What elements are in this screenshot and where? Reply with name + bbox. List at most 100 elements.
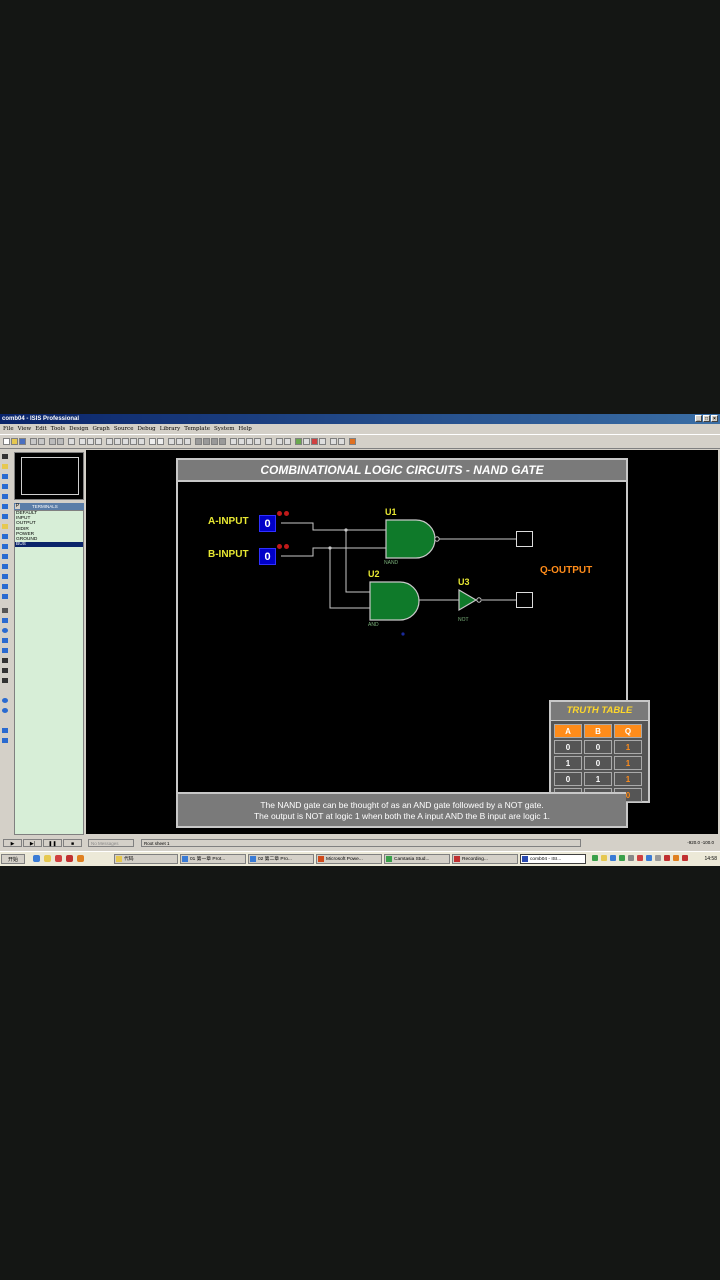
remove-sheet-icon[interactable]	[303, 438, 310, 445]
make-device-icon[interactable]	[238, 438, 245, 445]
wire-label-icon[interactable]	[2, 484, 8, 489]
wire-autorouter-icon[interactable]	[265, 438, 272, 445]
subcircuit-icon[interactable]	[2, 514, 8, 519]
maximize-button[interactable]: □	[703, 415, 710, 422]
mirror-y-icon[interactable]	[2, 738, 8, 743]
new-file-icon[interactable]	[3, 438, 10, 445]
minimize-button[interactable]: _	[695, 415, 702, 422]
tray-volume-icon[interactable]	[673, 855, 679, 861]
tray-network-icon[interactable]	[610, 855, 616, 861]
ares-icon[interactable]	[349, 438, 356, 445]
schematic-editing-window[interactable]: COMBINATIONAL LOGIC CIRCUITS - NAND GATE	[86, 450, 718, 834]
undo-icon[interactable]	[149, 438, 156, 445]
menu-graph[interactable]: Graph	[92, 424, 109, 434]
netlist-icon[interactable]	[338, 438, 345, 445]
stop-button[interactable]: ■	[63, 839, 82, 847]
media-icon[interactable]	[55, 855, 62, 862]
import-icon[interactable]	[30, 438, 37, 445]
print-icon[interactable]	[49, 438, 56, 445]
menu-library[interactable]: Library	[160, 424, 181, 434]
menu-system[interactable]: System	[214, 424, 234, 434]
tray-app-icon[interactable]	[619, 855, 625, 861]
overview-window[interactable]	[14, 452, 84, 500]
menu-template[interactable]: Template	[184, 424, 210, 434]
rotate-clockwise-icon[interactable]	[2, 698, 8, 703]
packaging-tool-icon[interactable]	[246, 438, 253, 445]
save-icon[interactable]	[19, 438, 26, 445]
marker-icon[interactable]	[2, 678, 8, 683]
grid-icon[interactable]	[79, 438, 86, 445]
bill-of-materials-icon[interactable]	[319, 438, 326, 445]
text-icon[interactable]	[2, 658, 8, 663]
bus-icon[interactable]	[2, 504, 8, 509]
decompose-icon[interactable]	[254, 438, 261, 445]
closed-path-icon[interactable]	[2, 648, 8, 653]
junction-dot-icon[interactable]	[2, 474, 8, 479]
text-script-icon[interactable]	[2, 494, 8, 499]
copy-icon[interactable]	[176, 438, 183, 445]
box-icon[interactable]	[2, 618, 8, 623]
menu-tools[interactable]: Tools	[51, 424, 65, 434]
electrical-check-icon[interactable]	[330, 438, 337, 445]
circle-icon[interactable]	[2, 628, 8, 633]
symbol-icon[interactable]	[2, 668, 8, 673]
u3-output-terminal[interactable]	[516, 592, 533, 608]
new-sheet-icon[interactable]	[295, 438, 302, 445]
u1-output-terminal[interactable]	[516, 531, 533, 547]
b-input-logic-state[interactable]: 0	[259, 548, 276, 565]
menu-edit[interactable]: Edit	[35, 424, 47, 434]
menu-view[interactable]: View	[18, 424, 32, 434]
taskbar-button-isis[interactable]: comb04 - ISI...	[520, 854, 586, 864]
exit-to-parent-icon[interactable]	[311, 438, 318, 445]
step-button[interactable]: ▶|	[23, 839, 42, 847]
graph-mode-icon[interactable]	[2, 544, 8, 549]
print-area-icon[interactable]	[57, 438, 64, 445]
device-pins-icon[interactable]	[2, 534, 8, 539]
messages-indicator[interactable]: No Messages	[88, 839, 134, 847]
zoom-out-icon[interactable]	[122, 438, 129, 445]
arc-icon[interactable]	[2, 638, 8, 643]
block-move-icon[interactable]	[203, 438, 210, 445]
pan-icon[interactable]	[106, 438, 113, 445]
line-icon[interactable]	[2, 608, 8, 613]
paste-icon[interactable]	[184, 438, 191, 445]
pause-button[interactable]: ❚❚	[43, 839, 62, 847]
refresh-icon[interactable]	[68, 438, 75, 445]
block-rotate-icon[interactable]	[211, 438, 218, 445]
tray-app-icon[interactable]	[655, 855, 661, 861]
tray-app-icon[interactable]	[646, 855, 652, 861]
tray-app-icon[interactable]	[664, 855, 670, 861]
tray-app-icon[interactable]	[592, 855, 598, 861]
tape-recorder-icon[interactable]	[2, 554, 8, 559]
voltage-probe-icon[interactable]	[2, 574, 8, 579]
play-button[interactable]: ▶	[3, 839, 22, 847]
menu-source[interactable]: Source	[114, 424, 134, 434]
taskbar-button-camtasia[interactable]: Camtasia Stud...	[384, 854, 450, 864]
zoom-area-icon[interactable]	[138, 438, 145, 445]
cut-icon[interactable]	[168, 438, 175, 445]
pick-devices-button[interactable]: P	[15, 504, 20, 509]
rotate-anticlockwise-icon[interactable]	[2, 708, 8, 713]
property-tool-icon[interactable]	[284, 438, 291, 445]
current-probe-icon[interactable]	[2, 584, 8, 589]
tray-app-icon[interactable]	[637, 855, 643, 861]
tray-app-icon[interactable]	[682, 855, 688, 861]
zoom-all-icon[interactable]	[130, 438, 137, 445]
acrobat-icon[interactable]	[66, 855, 73, 862]
tray-app-icon[interactable]	[601, 855, 607, 861]
zoom-in-icon[interactable]	[114, 438, 121, 445]
mirror-x-icon[interactable]	[2, 728, 8, 733]
block-copy-icon[interactable]	[195, 438, 202, 445]
terminal-item-bus[interactable]: BUS	[15, 542, 83, 548]
export-icon[interactable]	[38, 438, 45, 445]
generator-mode-icon[interactable]	[2, 564, 8, 569]
a-input-logic-state[interactable]: 0	[259, 515, 276, 532]
taskbar-button-ch02[interactable]: 02 第二章 Pro...	[248, 854, 314, 864]
pick-device-icon[interactable]	[230, 438, 237, 445]
selection-mode-icon[interactable]	[2, 454, 8, 459]
terminals-mode-icon[interactable]	[2, 524, 8, 529]
cursor-icon[interactable]	[95, 438, 102, 445]
taskbar-button-powerpoint[interactable]: Microsoft Powe...	[316, 854, 382, 864]
taskbar-button-recording[interactable]: Recording...	[452, 854, 518, 864]
start-button[interactable]: 开始	[1, 854, 25, 864]
